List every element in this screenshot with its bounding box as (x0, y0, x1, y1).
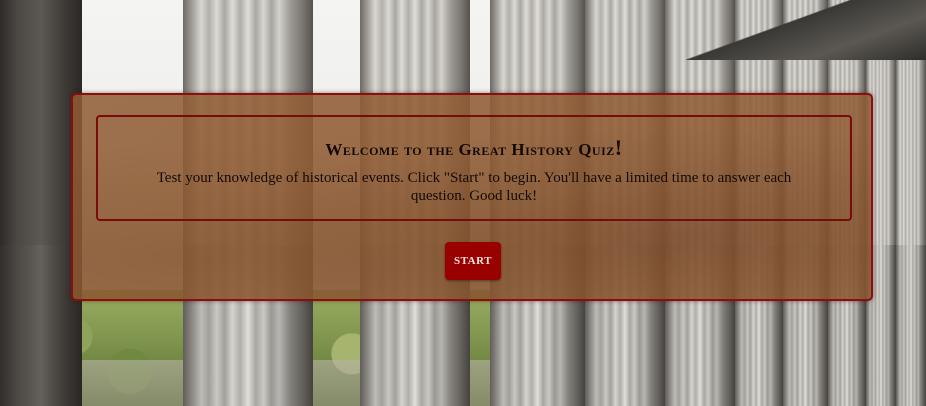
quiz-description: Test your knowledge of historical events… (156, 170, 792, 204)
start-button[interactable]: START (445, 242, 501, 280)
welcome-box: Welcome to the Great History Quiz! Test … (96, 115, 852, 221)
background-roof (686, 0, 926, 60)
column (0, 0, 82, 406)
quiz-title: Welcome to the Great History Quiz! (98, 135, 850, 161)
quiz-panel: Welcome to the Great History Quiz! Test … (71, 93, 873, 301)
column (896, 0, 926, 406)
quiz-title-exclamation: ! (614, 135, 623, 160)
quiz-title-text: Welcome to the Great History Quiz (325, 140, 615, 159)
